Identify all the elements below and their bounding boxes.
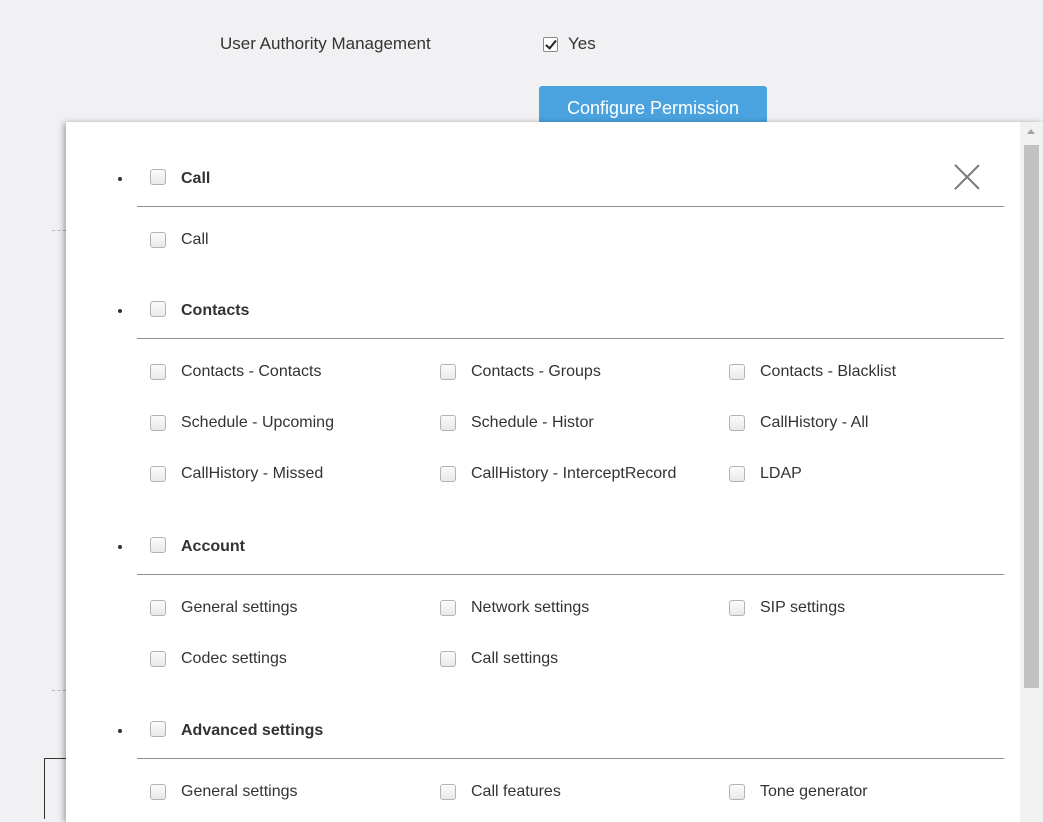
permission-checkbox[interactable]	[150, 651, 166, 667]
section-checkbox-advanced-settings[interactable]	[150, 721, 166, 737]
permission-label: Call settings	[471, 650, 559, 667]
permission-checkbox[interactable]	[440, 784, 456, 800]
checkmark-icon	[543, 36, 558, 52]
section-title: Account	[181, 538, 245, 555]
permission-item[interactable]: Codec settings	[150, 647, 287, 671]
permission-checkbox[interactable]	[729, 466, 745, 482]
permission-label: Schedule - Histor	[471, 414, 594, 431]
user-authority-label: User Authority Management	[220, 34, 431, 53]
permission-label: Schedule - Upcoming	[181, 414, 334, 431]
permission-checkbox[interactable]	[440, 415, 456, 431]
divider	[52, 690, 66, 691]
section-title: Contacts	[181, 302, 250, 319]
section-title: Advanced settings	[181, 722, 324, 739]
permission-label: LDAP	[760, 465, 802, 482]
bullet-icon	[118, 729, 122, 733]
permission-item[interactable]: Call	[150, 228, 209, 252]
permission-checkbox[interactable]	[440, 466, 456, 482]
permission-item[interactable]: SIP settings	[729, 596, 845, 620]
section-checkbox-call[interactable]	[150, 169, 166, 185]
section-divider	[137, 758, 1004, 759]
permission-checkbox[interactable]	[440, 600, 456, 616]
permission-label: CallHistory - InterceptRecord	[471, 465, 677, 482]
divider	[52, 230, 66, 231]
bullet-icon	[118, 177, 122, 181]
permission-checkbox[interactable]	[150, 364, 166, 380]
vertical-scrollbar[interactable]	[1020, 122, 1043, 822]
permission-item[interactable]: General settings	[150, 780, 298, 804]
bullet-icon	[118, 545, 122, 549]
permission-label: General settings	[181, 599, 298, 616]
section-title: Call	[181, 170, 211, 187]
permission-item[interactable]: LDAP	[729, 462, 802, 486]
permission-checkbox[interactable]	[729, 415, 745, 431]
permission-label: CallHistory - All	[760, 414, 869, 431]
section-divider	[137, 338, 1004, 339]
permission-label: Contacts - Groups	[471, 363, 601, 380]
permission-item[interactable]: Tone generator	[729, 780, 868, 804]
section-header: Account	[66, 532, 1006, 562]
permission-label: Network settings	[471, 599, 590, 616]
scroll-up-arrow-icon[interactable]	[1027, 129, 1035, 134]
section-divider	[137, 574, 1004, 575]
permission-label: Contacts - Contacts	[181, 363, 322, 380]
permission-item[interactable]: Contacts - Blacklist	[729, 360, 896, 384]
section-header: Advanced settings	[66, 716, 1006, 746]
permission-label: Tone generator	[760, 783, 868, 800]
permission-item[interactable]: Call settings	[440, 647, 558, 671]
permission-label: Call	[181, 231, 209, 248]
permission-checkbox[interactable]	[729, 364, 745, 380]
permission-checkbox[interactable]	[150, 600, 166, 616]
section-header: Call	[66, 164, 1006, 194]
permission-checkbox[interactable]	[150, 466, 166, 482]
bullet-icon	[118, 309, 122, 313]
section-checkbox-account[interactable]	[150, 537, 166, 553]
permission-label: Call features	[471, 783, 561, 800]
permission-label: General settings	[181, 783, 298, 800]
permission-item[interactable]: Network settings	[440, 596, 589, 620]
permission-item[interactable]: CallHistory - Missed	[150, 462, 323, 486]
section-checkbox-contacts[interactable]	[150, 301, 166, 317]
section-header: Contacts	[66, 296, 1006, 326]
permission-item[interactable]: CallHistory - All	[729, 411, 868, 435]
user-authority-checkbox[interactable]: Yes	[543, 34, 596, 54]
permission-checkbox[interactable]	[729, 600, 745, 616]
permission-checkbox[interactable]	[150, 232, 166, 248]
scrollbar-thumb[interactable]	[1024, 145, 1039, 688]
permission-label: CallHistory - Missed	[181, 465, 324, 482]
user-authority-checkbox-label: Yes	[568, 34, 596, 53]
permission-item[interactable]: Contacts - Contacts	[150, 360, 322, 384]
permission-item[interactable]: Contacts - Groups	[440, 360, 601, 384]
permission-item[interactable]: General settings	[150, 596, 298, 620]
permission-checkbox[interactable]	[729, 784, 745, 800]
permission-checkbox[interactable]	[440, 364, 456, 380]
permission-item[interactable]: Schedule - Upcoming	[150, 411, 334, 435]
permission-item[interactable]: Schedule - Histor	[440, 411, 594, 435]
permission-modal: Call Call Contacts Contacts - Contacts C…	[66, 122, 1043, 822]
section-divider	[137, 206, 1004, 207]
permission-checkbox[interactable]	[150, 784, 166, 800]
permission-label: SIP settings	[760, 599, 846, 616]
permission-checkbox[interactable]	[440, 651, 456, 667]
permission-checkbox[interactable]	[150, 415, 166, 431]
permission-label: Codec settings	[181, 650, 287, 667]
permission-label: Contacts - Blacklist	[760, 363, 897, 380]
configure-permission-button[interactable]: Configure Permission	[539, 86, 767, 126]
permission-item[interactable]: CallHistory - InterceptRecord	[440, 462, 676, 486]
permission-item[interactable]: Call features	[440, 780, 561, 804]
